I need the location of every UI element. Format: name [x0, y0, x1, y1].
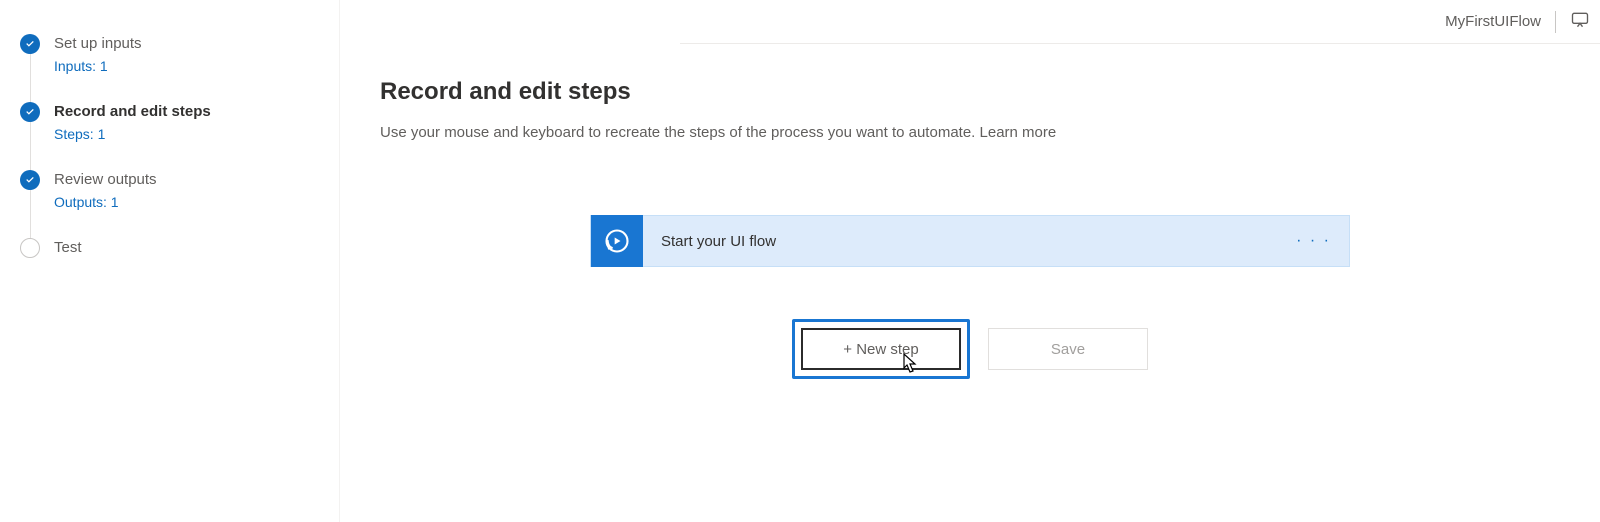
top-bar: MyFirstUIFlow [680, 0, 1600, 44]
wizard-step-record[interactable]: Record and edit steps Steps: 1 [20, 94, 339, 162]
wizard-step-title: Set up inputs [54, 34, 142, 54]
checkmark-icon [20, 170, 40, 190]
checkmark-icon [20, 102, 40, 122]
wizard-step-outputs[interactable]: Review outputs Outputs: 1 [20, 162, 339, 230]
wizard-step-sub[interactable]: Outputs: 1 [54, 194, 157, 210]
wizard-sidebar: Set up inputs Inputs: 1 Record and edit … [0, 0, 340, 522]
tutorial-highlight: + New step [792, 319, 970, 379]
main-content: MyFirstUIFlow Record and edit steps Use … [340, 0, 1600, 522]
wizard-step-inputs[interactable]: Set up inputs Inputs: 1 [20, 26, 339, 94]
circle-icon [20, 238, 40, 258]
flow-step-title: Start your UI flow [643, 233, 1278, 250]
flow-name[interactable]: MyFirstUIFlow [1445, 13, 1541, 30]
flow-step-card[interactable]: Start your UI flow · · · [590, 215, 1350, 267]
checkmark-icon [20, 34, 40, 54]
wizard-step-title: Test [54, 238, 82, 258]
wizard-step-title: Review outputs [54, 170, 157, 190]
new-step-button[interactable]: + New step [801, 328, 961, 370]
learn-more-link[interactable]: Learn more [980, 124, 1057, 141]
wizard-step-sub[interactable]: Inputs: 1 [54, 58, 142, 74]
divider [1555, 11, 1556, 33]
wizard-steps-list: Set up inputs Inputs: 1 Record and edit … [20, 26, 339, 278]
page-title: Record and edit steps [380, 78, 1560, 106]
more-menu-icon[interactable]: · · · [1278, 232, 1349, 250]
save-button[interactable]: Save [988, 328, 1148, 370]
play-refresh-icon [591, 215, 643, 267]
flow-actions: + New step Save [792, 319, 1148, 379]
wizard-step-sub[interactable]: Steps: 1 [54, 126, 211, 142]
page-description-text: Use your mouse and keyboard to recreate … [380, 124, 980, 141]
page-description: Use your mouse and keyboard to recreate … [380, 124, 1560, 141]
wizard-step-title: Record and edit steps [54, 102, 211, 122]
wizard-step-test[interactable]: Test [20, 230, 339, 278]
feedback-icon[interactable] [1570, 10, 1590, 34]
flow-designer-area: Start your UI flow · · · + New step Save [380, 215, 1560, 379]
